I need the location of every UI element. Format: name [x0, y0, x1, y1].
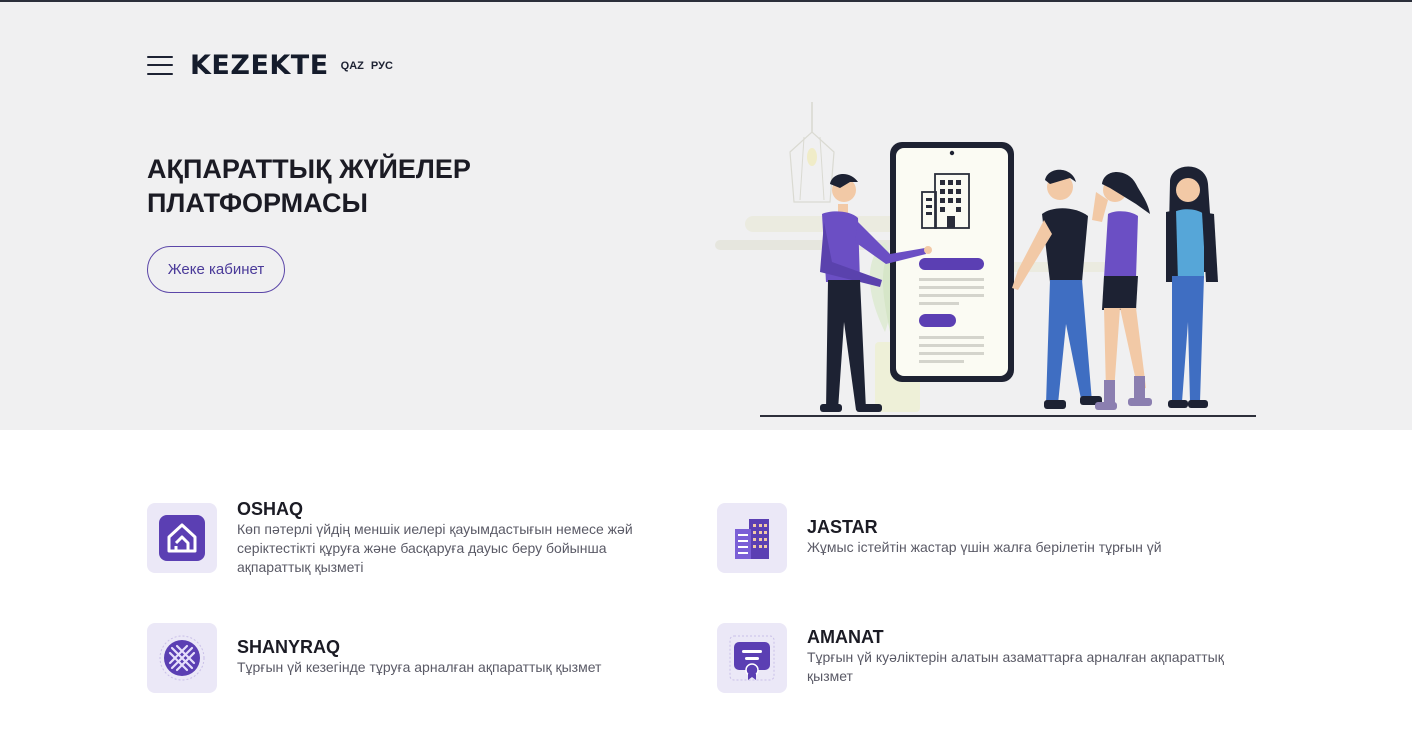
shanyraq-icon: [147, 623, 217, 693]
lang-qaz[interactable]: QAZ: [341, 60, 364, 72]
service-description: Көп пәтерлі үйдің меншік иелері қауымдас…: [237, 521, 633, 575]
service-description: Жұмыс істейтін жастар үшін жалға берілет…: [807, 539, 1162, 555]
service-card-jastar[interactable]: JASTAR Жұмыс істейтін жастар үшін жалға …: [717, 503, 1277, 573]
service-description: Тұрғын үй кезегінде тұруға арналған ақпа…: [237, 659, 602, 675]
service-title: OSHAQ: [237, 499, 304, 519]
buildings-icon: [717, 503, 787, 573]
people-with-phone-illustration: [715, 102, 1256, 417]
hero-section: KEZEKTE QAZ РУС АҚПАРАТТЫҚ ЖҮЙЕЛЕР ПЛАТФ…: [0, 2, 1412, 430]
services-section: OSHAQ Көп пәтерлі үйдің меншік иелері қа…: [0, 430, 1412, 736]
house-logo-icon: [147, 503, 217, 573]
service-title: SHANYRAQ: [237, 637, 341, 657]
personal-cabinet-button[interactable]: Жеке кабинет: [147, 246, 285, 293]
service-description: Тұрғын үй куәліктерін алатын азаматтарға…: [807, 649, 1224, 684]
lang-rus[interactable]: РУС: [371, 60, 393, 72]
service-card-oshaq[interactable]: OSHAQ Көп пәтерлі үйдің меншік иелері қа…: [147, 499, 667, 577]
logo[interactable]: KEZEKTE: [190, 50, 329, 81]
page-title: АҚПАРАТТЫҚ ЖҮЙЕЛЕР ПЛАТФОРМАСЫ: [147, 154, 471, 218]
header: KEZEKTE QAZ РУС: [147, 48, 393, 82]
hamburger-menu-icon[interactable]: [147, 55, 173, 75]
service-title: JASTAR: [807, 517, 878, 537]
service-title: AMANAT: [807, 627, 884, 647]
certificate-icon: [717, 623, 787, 693]
service-card-shanyraq[interactable]: SHANYRAQ Тұрғын үй кезегінде тұруға арна…: [147, 623, 667, 693]
service-card-amanat[interactable]: AMANAT Тұрғын үй куәліктерін алатын азам…: [717, 623, 1277, 693]
language-switcher: QAZ РУС: [341, 60, 393, 72]
